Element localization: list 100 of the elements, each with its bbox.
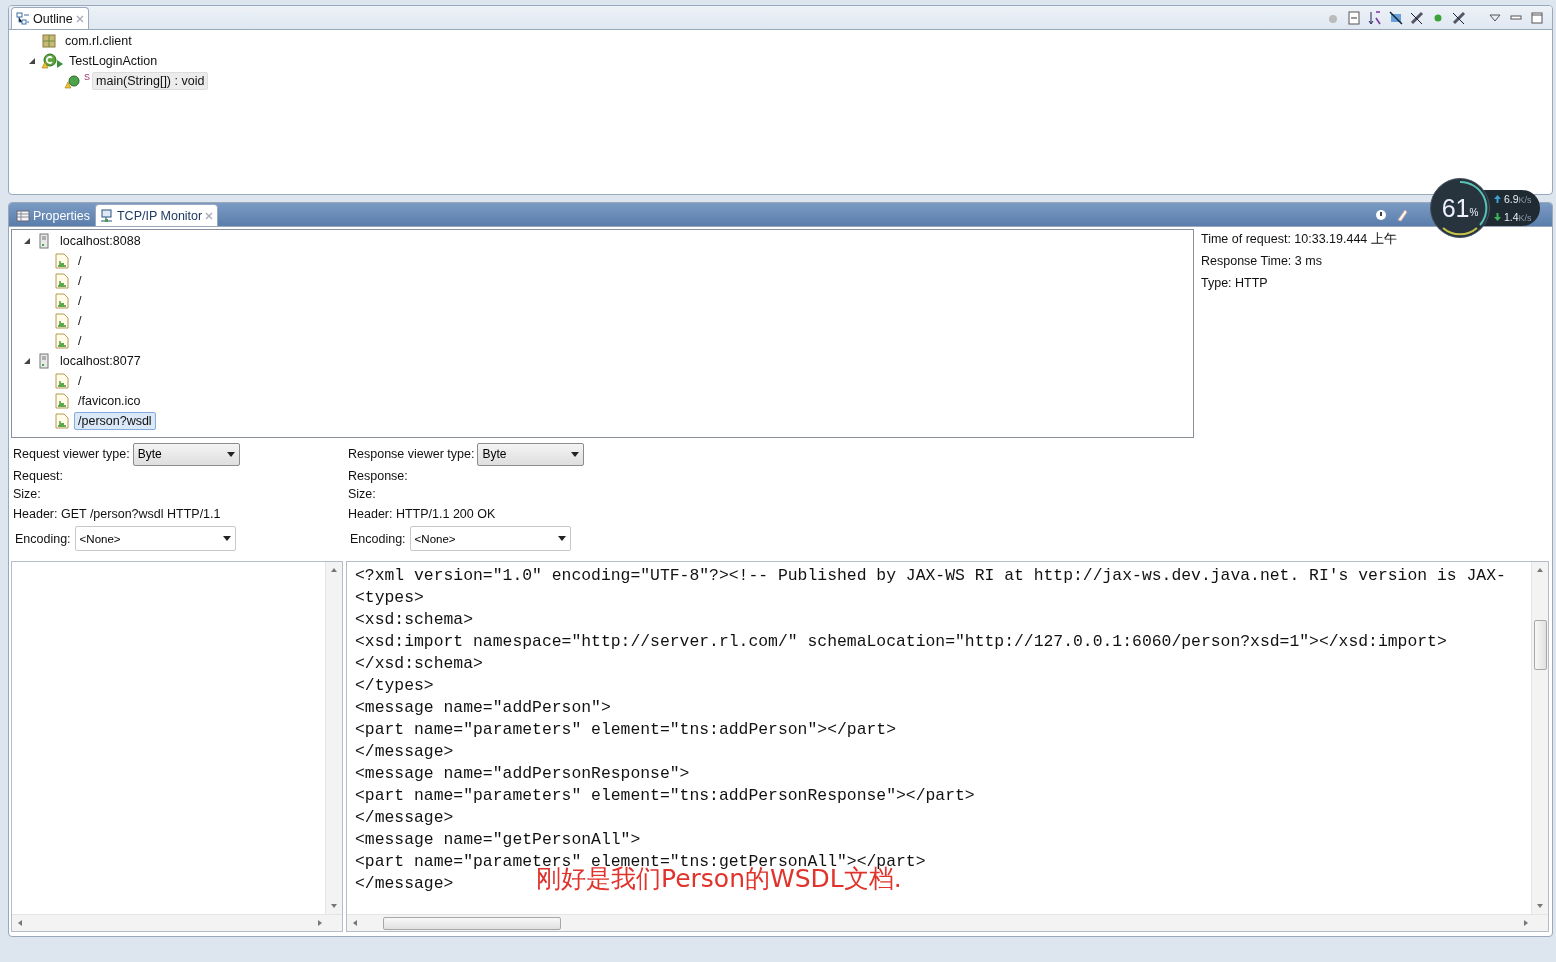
viewer-type-label: Response viewer type: — [348, 447, 475, 461]
viewer-type-dropdown[interactable]: Byte — [477, 442, 585, 466]
hide-fields-icon[interactable] — [1389, 10, 1403, 25]
encoding-label: Encoding: — [350, 531, 406, 546]
expanded-arrow-icon[interactable] — [22, 356, 32, 366]
upload-speed: 6.9K/s — [1504, 193, 1532, 205]
section-title: Response: — [347, 468, 409, 485]
tree-item[interactable]: / — [74, 272, 86, 290]
encoding-label: Encoding: — [15, 531, 71, 546]
vertical-scrollbar[interactable] — [1531, 562, 1548, 914]
properties-icon — [16, 208, 30, 223]
expanded-arrow-icon[interactable] — [27, 56, 37, 66]
scroll-arrow-icon[interactable] — [1536, 566, 1544, 574]
run-arrow-icon — [57, 60, 63, 68]
scrollbar-thumb[interactable] — [383, 916, 561, 930]
dropdown-caret-icon — [557, 536, 566, 541]
expanded-arrow-icon[interactable] — [22, 236, 32, 246]
dropdown-caret-icon — [222, 536, 231, 541]
detail-text: Response Time: 3 ms — [1201, 253, 1323, 270]
view-tab[interactable]: Properties — [11, 204, 95, 226]
method-icon — [64, 73, 80, 89]
code-line: </message> — [355, 873, 454, 895]
size-label: Size: — [347, 486, 377, 503]
upload-arrow-icon — [1494, 195, 1501, 203]
request-document-icon — [54, 273, 70, 289]
server-icon — [36, 233, 52, 249]
tree-item[interactable]: localhost:8077 — [56, 352, 145, 370]
scroll-arrow-icon[interactable] — [316, 919, 324, 927]
code-line: <message name="addPersonResponse"> — [355, 763, 690, 785]
code-line: </types> — [355, 675, 434, 697]
hide-local-icon[interactable] — [1452, 10, 1466, 25]
alert-icon[interactable] — [1374, 207, 1388, 222]
tree-item[interactable]: / — [74, 312, 86, 330]
header-text: Header: HTTP/1.1 200 OK — [347, 506, 497, 523]
header-text: Header: GET /person?wsdl HTTP/1.1 — [12, 506, 222, 523]
maximize-icon[interactable] — [1530, 10, 1544, 25]
close-icon[interactable] — [75, 14, 84, 23]
tree-item[interactable]: / — [74, 332, 86, 350]
section-title: Request: — [12, 468, 65, 485]
tree-item[interactable]: com.rl.client — [61, 32, 136, 50]
static-marker: S — [84, 72, 90, 82]
code-line: <part name="parameters" element="tns:addPersonResponse"></part> — [355, 785, 975, 807]
viewer-type-label: Request viewer type: — [13, 447, 130, 461]
code-line: </xsd:schema> — [355, 653, 483, 675]
collapse-all-icon[interactable] — [1347, 10, 1361, 25]
scroll-arrow-icon[interactable] — [351, 919, 359, 927]
detail-text: Time of request: 10:33.19.444 上午 — [1201, 231, 1397, 248]
request-document-icon — [54, 413, 70, 429]
size-label: Size: — [12, 486, 42, 503]
code-line: <types> — [355, 587, 424, 609]
horizontal-scrollbar[interactable] — [12, 914, 342, 931]
server-icon — [36, 353, 52, 369]
scroll-arrow-icon[interactable] — [1522, 919, 1530, 927]
code-line: <part name="parameters" element="tns:addPerson"></part> — [355, 719, 896, 741]
download-arrow-icon — [1494, 213, 1501, 221]
tree-item[interactable]: TestLoginAction — [65, 52, 162, 70]
sort-icon[interactable] — [1368, 10, 1382, 25]
class-icon — [41, 53, 57, 69]
tree-item[interactable]: / — [74, 372, 86, 390]
download-speed: 1.4K/s — [1504, 211, 1532, 223]
scroll-arrow-icon[interactable] — [330, 566, 338, 574]
tree-item[interactable]: /favicon.ico — [74, 392, 145, 410]
package-icon — [41, 33, 57, 49]
request-document-icon — [54, 253, 70, 269]
vertical-scrollbar[interactable] — [325, 562, 342, 914]
code-line: <xsd:schema> — [355, 609, 474, 631]
outline-tab[interactable]: Outline — [11, 7, 89, 29]
viewer-type-dropdown[interactable]: Byte — [132, 442, 240, 466]
code-line: </message> — [355, 807, 454, 829]
dropdown-caret-icon — [226, 451, 235, 457]
scroll-arrow-icon[interactable] — [16, 919, 24, 927]
network-monitor-icon — [100, 208, 114, 223]
scrollbar-thumb[interactable] — [1533, 620, 1547, 670]
code-line: <message name="addPerson"> — [355, 697, 611, 719]
hide-static-icon[interactable] — [1410, 10, 1424, 25]
tree-item[interactable]: /person?wsdl — [74, 412, 156, 430]
encoding-dropdown[interactable]: <None> — [74, 526, 236, 551]
tree-item[interactable]: / — [74, 292, 86, 310]
scroll-arrow-icon[interactable] — [1536, 902, 1544, 910]
request-document-icon — [54, 393, 70, 409]
code-line: <message name="getPersonAll"> — [355, 829, 641, 851]
horizontal-scrollbar[interactable] — [347, 914, 1548, 931]
code-line: <xsd:import namespace="http://server.rl.com/" schemaLocation="http://127.0.0.1:6060/person?xsd=1"></xsd:import> — [355, 631, 1447, 653]
request-document-icon — [54, 313, 70, 329]
code-line: <?xml version="1.0" encoding="UTF-8"?><!-- Published by JAX-WS RI at http://jax-ws.dev.java.net. RI's version is JAX- — [355, 565, 1506, 587]
request-document-icon — [54, 293, 70, 309]
request-document-icon — [54, 333, 70, 349]
eraser-icon[interactable] — [1395, 207, 1409, 222]
request-document-icon — [54, 373, 70, 389]
outline-icon — [16, 11, 30, 26]
view-tab[interactable]: TCP/IP Monitor — [95, 204, 219, 226]
encoding-dropdown[interactable]: <None> — [409, 526, 571, 551]
tree-item[interactable]: / — [74, 252, 86, 270]
tree-item[interactable]: localhost:8088 — [56, 232, 145, 250]
detail-text: Type: HTTP — [1201, 275, 1269, 292]
scroll-arrow-icon[interactable] — [330, 902, 338, 910]
dropdown-caret-icon — [571, 451, 580, 457]
close-icon[interactable] — [205, 211, 214, 220]
code-line: </message> — [355, 741, 454, 763]
tree-item[interactable]: main(String[]) : void — [92, 72, 209, 90]
